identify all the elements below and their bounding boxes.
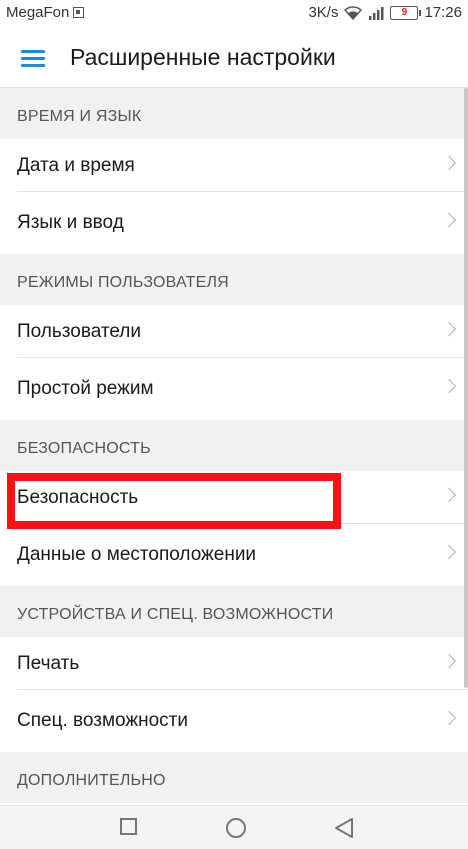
settings-list[interactable]: ВРЕМЯ И ЯЗЫК Дата и время Язык и ввод РЕ… bbox=[0, 88, 468, 805]
chevron-right-icon bbox=[441, 321, 457, 337]
status-right: 3K/s 9 17:26 bbox=[308, 4, 462, 21]
settings-item-label: Язык и ввод bbox=[17, 212, 124, 233]
battery-level: 9 bbox=[401, 7, 408, 18]
chevron-right-icon bbox=[441, 155, 457, 171]
menu-icon[interactable] bbox=[21, 50, 45, 67]
section-header-time-language: ВРЕМЯ И ЯЗЫК bbox=[0, 88, 468, 139]
settings-item-label: Печать bbox=[17, 653, 80, 674]
chevron-right-icon bbox=[441, 653, 457, 669]
app-bar: Расширенные настройки bbox=[0, 26, 468, 88]
section-header-user-modes: РЕЖИМЫ ПОЛЬЗОВАТЕЛЯ bbox=[0, 254, 468, 305]
recent-apps-button[interactable] bbox=[120, 818, 137, 835]
settings-item-security[interactable]: Безопасность bbox=[0, 471, 468, 524]
settings-item-label: Данные о местоположении bbox=[17, 544, 257, 565]
settings-item-users[interactable]: Пользователи bbox=[0, 305, 468, 358]
navigation-bar bbox=[0, 805, 468, 849]
chevron-right-icon bbox=[441, 378, 457, 394]
settings-item-label: Простой режим bbox=[17, 378, 154, 399]
settings-item-date-time[interactable]: Дата и время bbox=[0, 139, 468, 192]
sim-card-icon bbox=[73, 7, 85, 18]
settings-item-simple-mode[interactable]: Простой режим bbox=[0, 358, 468, 420]
carrier-label: MegaFon bbox=[6, 4, 70, 21]
chevron-right-icon bbox=[441, 544, 457, 560]
wifi-icon bbox=[344, 5, 363, 20]
settings-item-location-data[interactable]: Данные о местоположении bbox=[0, 524, 468, 586]
network-speed: 3K/s bbox=[308, 4, 339, 21]
settings-item-printing[interactable]: Печать bbox=[0, 637, 468, 690]
clock: 17:26 bbox=[424, 4, 462, 21]
settings-item-label: Пользователи bbox=[17, 321, 142, 342]
status-left: MegaFon bbox=[6, 4, 85, 21]
scrollbar[interactable] bbox=[464, 88, 468, 688]
back-button[interactable] bbox=[334, 817, 354, 839]
chevron-right-icon bbox=[441, 487, 457, 503]
settings-item-label: Безопасность bbox=[17, 487, 139, 508]
section-header-additional: ДОПОЛНИТЕЛЬНО bbox=[0, 752, 468, 803]
home-button[interactable] bbox=[226, 818, 246, 838]
section-header-devices-accessibility: УСТРОЙСТВА И СПЕЦ. ВОЗМОЖНОСТИ bbox=[0, 586, 468, 637]
section-header-security: БЕЗОПАСНОСТЬ bbox=[0, 420, 468, 471]
signal-icon bbox=[369, 6, 384, 20]
chevron-right-icon bbox=[441, 212, 457, 228]
settings-item-accessibility[interactable]: Спец. возможности bbox=[0, 690, 468, 752]
status-bar: MegaFon 3K/s 9 17:26 bbox=[0, 0, 468, 26]
page-title: Расширенные настройки bbox=[70, 44, 336, 70]
chevron-right-icon bbox=[441, 710, 457, 726]
settings-item-language-input[interactable]: Язык и ввод bbox=[0, 192, 468, 254]
settings-item-label: Дата и время bbox=[17, 155, 135, 176]
settings-item-label: Спец. возможности bbox=[17, 710, 188, 731]
battery-icon: 9 bbox=[390, 5, 422, 20]
